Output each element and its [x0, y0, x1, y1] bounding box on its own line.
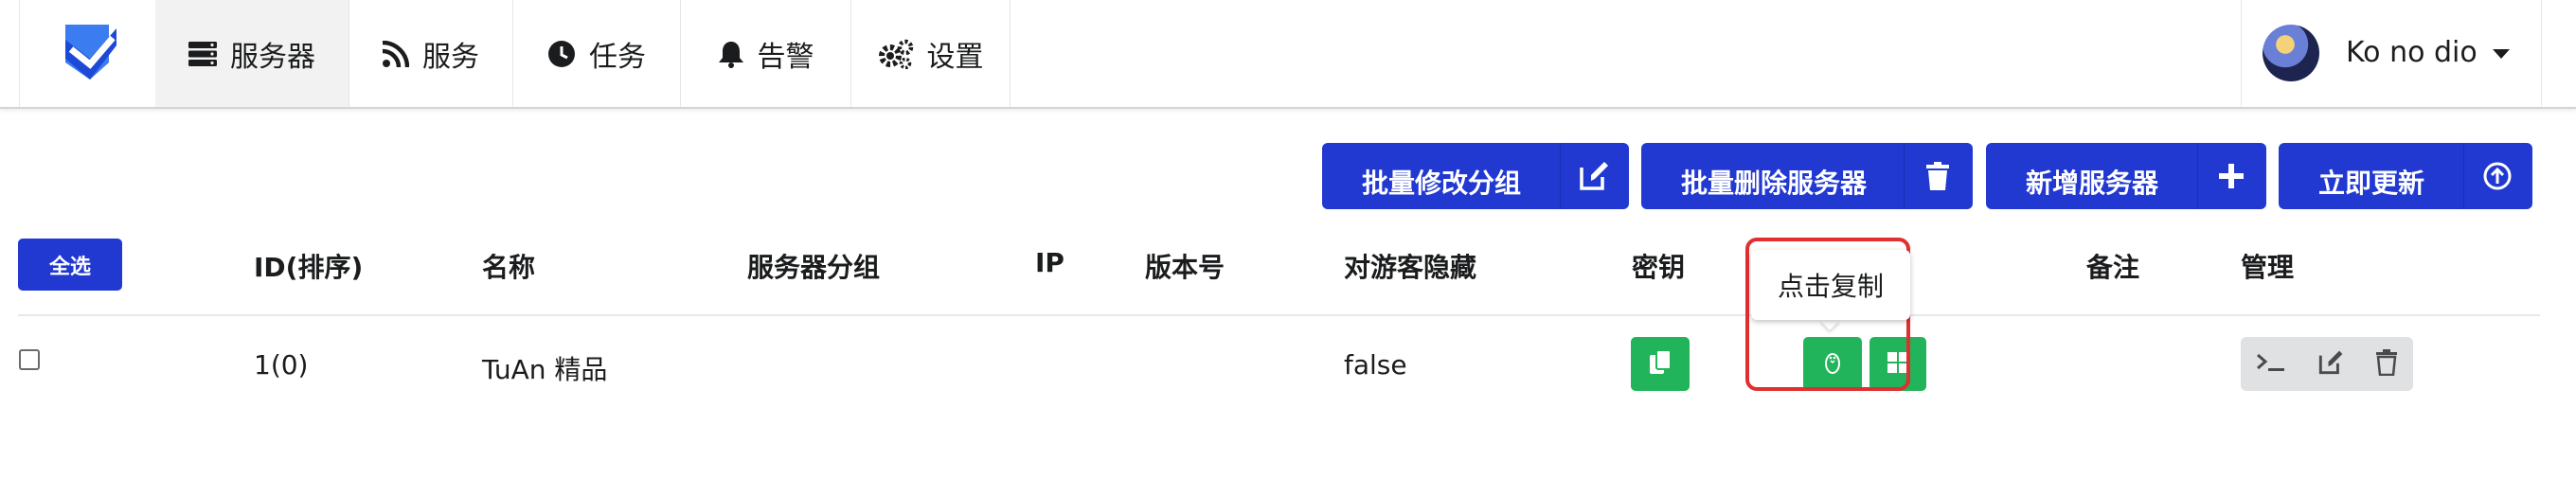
cell-id: 1(0): [254, 349, 309, 381]
bell-icon: [718, 40, 744, 68]
batch-delete-servers-label: 批量删除服务器: [1681, 168, 1868, 199]
button-separator: [2197, 143, 2198, 209]
header-id: ID(排序): [254, 252, 364, 283]
nav-servers[interactable]: 服务器: [155, 0, 349, 107]
copy-secret-button[interactable]: [1631, 337, 1690, 391]
nav-services[interactable]: 服务: [349, 0, 513, 107]
batch-edit-group-button[interactable]: 批量修改分组: [1322, 143, 1629, 209]
manage-button-group: [2241, 337, 2413, 391]
copy-tooltip: 点击复制: [1751, 250, 1910, 320]
caret-down-icon: [2493, 49, 2510, 59]
nav-settings-label: 设置: [926, 40, 984, 74]
add-server-label: 新增服务器: [2026, 168, 2159, 199]
header-note: 备注: [2086, 252, 2140, 283]
nav-tasks-label: 任务: [589, 40, 646, 74]
table-divider: [18, 314, 2540, 316]
nav-services-label: 服务: [422, 40, 479, 74]
copy-tooltip-text: 点击复制: [1777, 271, 1884, 302]
cell-name: TuAn 精品: [482, 354, 608, 385]
terminal-icon[interactable]: [2256, 352, 2286, 377]
plus-icon: [2215, 160, 2247, 192]
user-menu[interactable]: Ko no dio: [2241, 0, 2542, 107]
batch-edit-group-label: 批量修改分组: [1362, 168, 1522, 199]
batch-delete-servers-button[interactable]: 批量删除服务器: [1641, 143, 1973, 209]
edit-icon: [1578, 160, 1610, 192]
trash-icon[interactable]: [2375, 348, 2398, 380]
nav-alerts-label: 告警: [757, 40, 814, 74]
nav-tasks[interactable]: 任务: [513, 0, 681, 107]
user-name: Ko no dio: [2346, 36, 2478, 69]
header-secret: 密钥: [1632, 252, 1686, 283]
copy-icon: [1648, 348, 1673, 380]
row-checkbox[interactable]: [19, 349, 40, 370]
avatar: [2263, 25, 2319, 81]
clock-icon: [547, 40, 576, 68]
arrow-circle-up-icon: [2481, 160, 2513, 192]
cell-hide-from-guests: false: [1344, 349, 1407, 381]
update-now-label: 立即更新: [2318, 168, 2425, 199]
edit-icon[interactable]: [2317, 349, 2344, 380]
nav-alerts[interactable]: 告警: [681, 0, 851, 107]
header-name: 名称: [482, 252, 536, 283]
trash-icon: [1922, 160, 1954, 192]
header-hide-from-guests: 对游客隐藏: [1344, 252, 1477, 283]
select-all-button[interactable]: 全选: [18, 239, 122, 291]
nav-servers-label: 服务器: [230, 40, 315, 74]
header-ip: IP: [1035, 247, 1064, 278]
logo-icon: [65, 25, 116, 80]
header-group: 服务器分组: [747, 252, 881, 283]
logo[interactable]: [19, 0, 157, 107]
button-separator: [1560, 143, 1561, 209]
header-version: 版本号: [1145, 252, 1225, 283]
header-manage: 管理: [2241, 252, 2295, 283]
add-server-button[interactable]: 新增服务器: [1986, 143, 2266, 209]
button-separator: [2463, 143, 2464, 209]
nav-settings[interactable]: 设置: [851, 0, 1011, 107]
rss-icon: [383, 40, 409, 67]
top-navigation: 服务器 服务 任务 告警 设置 Ko no dio: [0, 0, 2576, 109]
select-all-label: 全选: [48, 255, 91, 279]
update-now-button[interactable]: 立即更新: [2279, 143, 2532, 209]
button-separator: [1904, 143, 1905, 209]
cogs-icon: [878, 39, 914, 69]
server-icon: [188, 41, 217, 67]
